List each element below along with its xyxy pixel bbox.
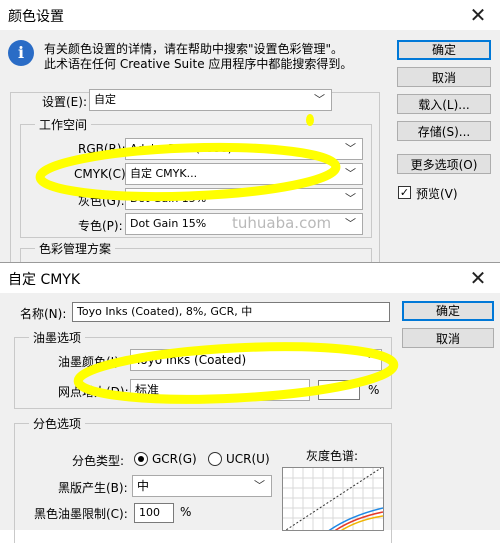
settings-label: 设置(E): xyxy=(42,95,87,109)
color-settings-titlebar: 颜色设置 ✕ xyxy=(0,0,500,30)
black-ink-limit-unit: % xyxy=(180,505,192,519)
workspace-group-title: 工作空间 xyxy=(35,116,92,133)
spot-label: 专色(P): xyxy=(78,219,123,233)
chevron-down-icon: ﹀ xyxy=(364,353,375,366)
ucr-label: UCR(U) xyxy=(226,452,270,466)
more-options-button[interactable]: 更多选项(O) xyxy=(397,154,491,174)
custom-cmyk-dialog: 自定 CMYK ✕ 名称(N): Toyo Inks (Coated), 8%,… xyxy=(0,262,500,543)
ink-colors-label: 油墨颜色(I): xyxy=(58,355,123,369)
chevron-down-icon: ﹀ xyxy=(345,167,356,180)
watermark: tuhuaba.com xyxy=(232,214,332,232)
gray-ramp-label: 灰度色谱: xyxy=(306,449,359,463)
cmyk-select[interactable]: 自定 CMYK... ﹀ xyxy=(125,163,363,185)
info-icon: i xyxy=(8,40,34,66)
cancel-button[interactable]: 取消 xyxy=(397,67,491,87)
close-icon[interactable]: ✕ xyxy=(456,0,500,30)
info-line-2: 此术语在任何 Creative Suite 应用程序中都能搜索得到。 xyxy=(44,57,353,71)
ink-colors-value: Toyo Inks (Coated) xyxy=(135,353,247,367)
spot-value: Dot Gain 15% xyxy=(130,217,207,230)
separation-options-group-title: 分色选项 xyxy=(29,415,86,432)
chevron-down-icon: ﹀ xyxy=(314,93,325,106)
preview-checkbox[interactable]: ✓ xyxy=(398,186,411,199)
gray-select[interactable]: Dot Gain 15% ﹀ xyxy=(125,188,363,210)
custom-cmyk-titlebar: 自定 CMYK ✕ xyxy=(0,263,500,293)
settings-value: 自定 xyxy=(94,93,116,106)
color-settings-dialog: 颜色设置 ✕ i 有关颜色设置的详情，请在帮助中搜索"设置色彩管理"。 此术语在… xyxy=(0,0,500,278)
save-button[interactable]: 存储(S)... xyxy=(397,121,491,141)
dot-gain-label: 网点增大(D): xyxy=(58,385,129,399)
preview-label: 预览(V) xyxy=(416,187,458,201)
black-generation-value: 中 xyxy=(137,479,150,493)
sep-type-label: 分色类型: xyxy=(72,454,125,468)
gray-label: 灰色(G): xyxy=(78,194,125,208)
rgb-value: Adobe RGB (1998) xyxy=(130,142,233,155)
dot-gain-field[interactable]: 8 xyxy=(318,380,360,400)
color-management-group-title: 色彩管理方案 xyxy=(35,240,116,257)
rgb-select[interactable]: Adobe RGB (1998) ﹀ xyxy=(125,138,363,160)
ucr-radio[interactable] xyxy=(208,452,222,466)
cmyk-label: CMYK(C): xyxy=(74,167,130,181)
black-ink-limit-label: 黑色油墨限制(C): xyxy=(34,507,128,521)
dialog-title: 颜色设置 xyxy=(8,9,64,25)
dot-gain-unit: % xyxy=(368,383,380,397)
dot-gain-mode-select[interactable]: 标准 xyxy=(130,379,310,401)
ink-options-group-title: 油墨选项 xyxy=(29,329,86,346)
gcr-radio[interactable] xyxy=(134,452,148,466)
gray-ramp-graph xyxy=(282,467,384,531)
name-label: 名称(N): xyxy=(20,307,67,321)
chevron-down-icon: ﹀ xyxy=(345,192,356,205)
close-icon[interactable]: ✕ xyxy=(456,263,500,293)
ink-colors-select[interactable]: Toyo Inks (Coated) ﹀ xyxy=(130,349,382,371)
gray-ramp-svg xyxy=(283,468,383,530)
settings-select[interactable]: 自定 ﹀ xyxy=(89,89,332,111)
black-ink-limit-field[interactable]: 100 xyxy=(134,503,174,523)
chevron-down-icon: ﹀ xyxy=(345,142,356,155)
dialog-title: 自定 CMYK xyxy=(8,272,81,288)
load-button[interactable]: 载入(L)... xyxy=(397,94,491,114)
gcr-label: GCR(G) xyxy=(152,452,197,466)
gray-value: Dot Gain 15% xyxy=(130,192,207,205)
black-curve xyxy=(285,468,382,530)
dot-gain-mode-value: 标准 xyxy=(135,383,160,397)
chevron-down-icon: ﹀ xyxy=(345,217,356,230)
chevron-down-icon: ﹀ xyxy=(254,479,265,492)
cmyk-value: 自定 CMYK... xyxy=(130,167,198,180)
rgb-label: RGB(R): xyxy=(78,142,126,156)
name-field[interactable]: Toyo Inks (Coated), 8%, GCR, 中 xyxy=(72,302,390,322)
ok-button[interactable]: 确定 xyxy=(402,301,494,321)
black-generation-select[interactable]: 中 ﹀ xyxy=(132,475,272,497)
cancel-button[interactable]: 取消 xyxy=(402,328,494,348)
black-generation-label: 黑版产生(B): xyxy=(58,481,128,495)
ok-button[interactable]: 确定 xyxy=(397,40,491,60)
